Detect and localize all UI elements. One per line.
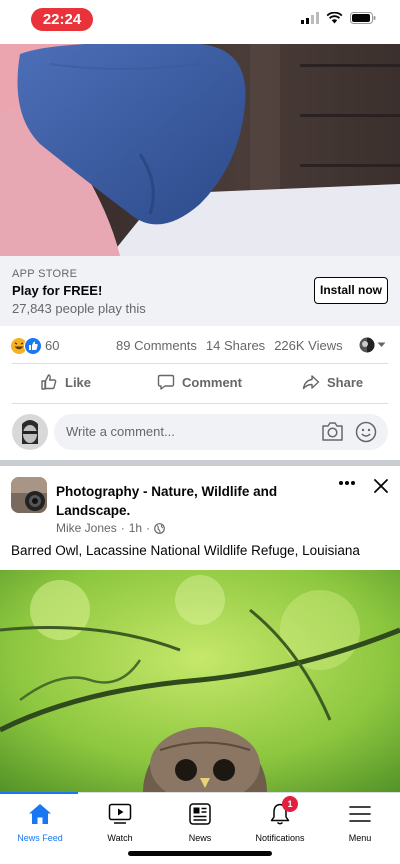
group-name[interactable]: Photography - Nature, Wildlife and Lands…: [56, 482, 326, 520]
comment-placeholder: Write a comment...: [66, 424, 175, 439]
tab-watch[interactable]: Watch: [80, 801, 160, 843]
post-photo[interactable]: [0, 570, 400, 792]
comments-count[interactable]: 89 Comments: [116, 338, 197, 353]
tab-label: Notifications: [255, 833, 305, 843]
chevron-down-icon: [377, 342, 386, 347]
comment-composer: Write a comment...: [0, 408, 400, 458]
tab-label: Watch: [107, 833, 133, 843]
like-reaction-icon: [24, 337, 42, 355]
like-label: Like: [65, 374, 92, 390]
tab-news-feed[interactable]: News Feed: [0, 801, 80, 843]
watch-icon: [108, 803, 132, 824]
tab-menu[interactable]: Menu: [320, 801, 400, 843]
ad-video-thumbnail[interactable]: [0, 44, 400, 256]
thumbs-up-icon: [41, 374, 57, 390]
wifi-icon: [326, 12, 343, 24]
battery-icon: [350, 12, 376, 24]
reaction-icons[interactable]: [10, 337, 42, 355]
bottom-tab-bar: News Feed Watch News 1 Notifications Men…: [0, 792, 400, 864]
reaction-count[interactable]: 60: [45, 338, 59, 353]
more-options-icon[interactable]: [338, 480, 356, 486]
divider: [12, 403, 388, 404]
post-meta: Mike Jones · 1h ·: [56, 521, 165, 535]
tab-label: Menu: [348, 833, 372, 843]
viewer-selector[interactable]: [359, 337, 386, 353]
comment-icon: [157, 374, 175, 390]
avatar[interactable]: [12, 414, 48, 450]
like-button[interactable]: Like: [40, 373, 91, 391]
status-time[interactable]: 22:24: [31, 8, 93, 31]
comment-button[interactable]: Comment: [157, 373, 242, 391]
share-label: Share: [327, 374, 364, 390]
home-indicator[interactable]: [128, 851, 272, 856]
cellular-signal-icon: [301, 12, 319, 24]
comment-input[interactable]: Write a comment...: [54, 414, 388, 450]
emoji-icon[interactable]: [355, 421, 377, 443]
share-button[interactable]: Share: [302, 373, 363, 391]
viewer-avatar-icon: [359, 337, 375, 353]
meta-separator: ·: [146, 521, 151, 535]
post-author[interactable]: Mike Jones: [56, 521, 117, 535]
views-count[interactable]: 226K Views: [274, 338, 342, 353]
globe-icon: [154, 522, 165, 534]
news-icon: [189, 803, 211, 825]
group-avatar[interactable]: [11, 477, 47, 513]
shares-count[interactable]: 14 Shares: [206, 338, 265, 353]
tab-news[interactable]: News: [160, 801, 240, 843]
divider: [12, 363, 388, 364]
meta-separator: ·: [120, 521, 125, 535]
home-icon: [29, 804, 51, 824]
status-icons: [301, 12, 376, 24]
post-text: Barred Owl, Lacassine National Wildlife …: [11, 543, 360, 558]
active-tab-indicator: [0, 792, 78, 794]
close-icon[interactable]: [373, 478, 389, 494]
tab-notifications[interactable]: 1 Notifications: [240, 796, 320, 843]
menu-icon: [349, 806, 371, 822]
ad-title: Play for FREE!: [12, 283, 103, 298]
notification-badge: 1: [282, 796, 298, 812]
ad-subtitle: 27,843 people play this: [12, 301, 146, 316]
ad-source-label: APP STORE: [12, 268, 78, 280]
camera-icon[interactable]: [321, 421, 344, 442]
install-now-button[interactable]: Install now: [314, 277, 388, 304]
reactions-summary: 60 89 Comments 14 Shares 226K Views: [0, 332, 400, 360]
tab-label: News: [188, 833, 212, 843]
ad-call-to-action[interactable]: APP STORE Play for FREE! 27,843 people p…: [0, 256, 400, 326]
share-icon: [302, 375, 320, 390]
status-bar: 22:24: [0, 0, 400, 44]
post-header: Photography - Nature, Wildlife and Lands…: [0, 466, 400, 542]
post-time[interactable]: 1h: [129, 521, 142, 535]
comment-label: Comment: [182, 374, 242, 390]
tab-label: News Feed: [17, 833, 63, 843]
post-actions: Like Comment Share: [0, 368, 400, 398]
